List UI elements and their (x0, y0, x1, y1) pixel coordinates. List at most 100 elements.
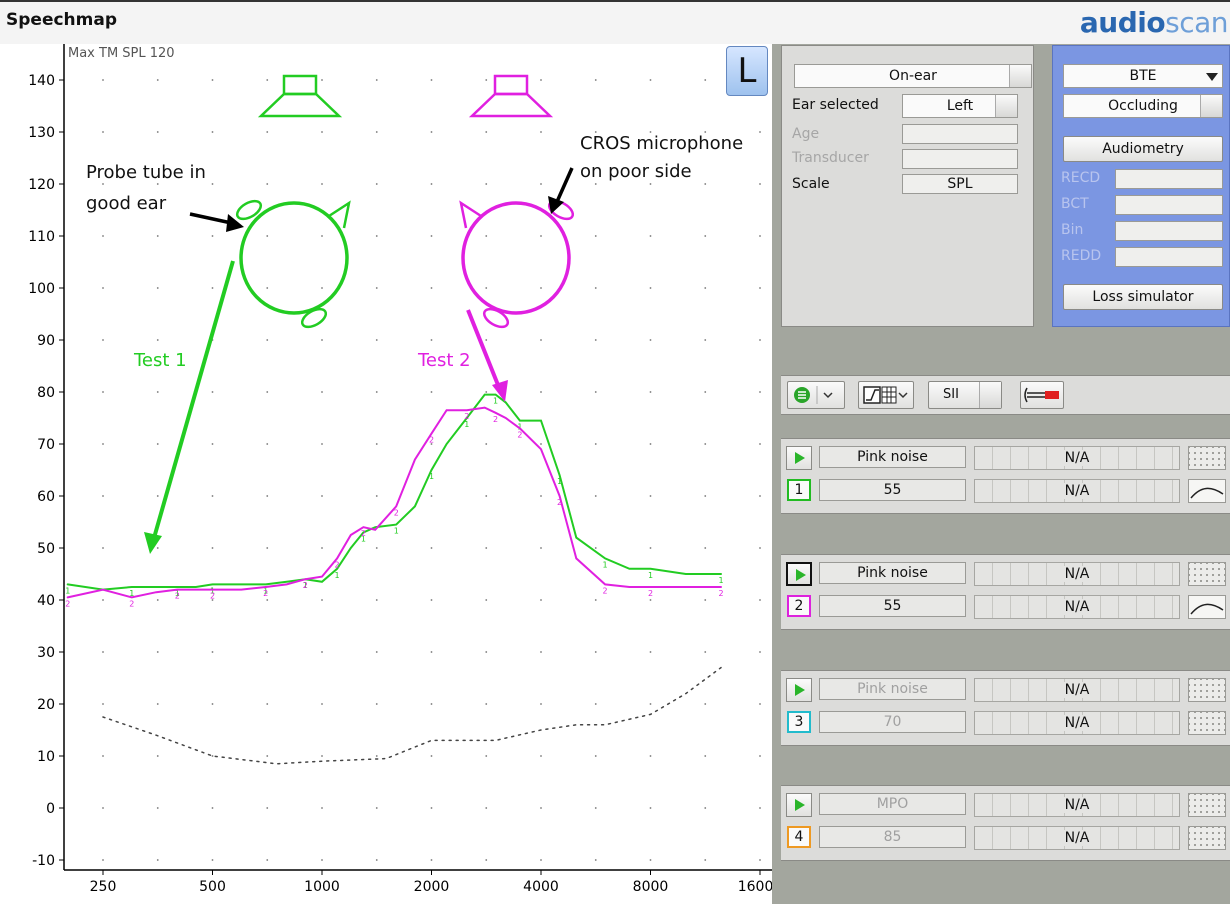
curve-style-4[interactable] (1188, 826, 1226, 850)
grid-dot (211, 443, 214, 445)
grid-dot (102, 443, 104, 445)
scale-label: Scale (792, 176, 830, 192)
loss-simulator-button[interactable]: Loss simulator (1063, 284, 1223, 310)
options-grid-2[interactable] (1188, 562, 1226, 586)
play-button-4[interactable] (786, 793, 812, 817)
grid-dot (156, 287, 159, 289)
grid-dot (759, 547, 761, 549)
grid-dot (156, 235, 159, 237)
grid-dot (211, 807, 214, 809)
grid-dot (759, 339, 761, 341)
options-grid-4[interactable] (1188, 793, 1226, 817)
grid-dot (321, 703, 323, 705)
probe-button[interactable] (1020, 381, 1064, 409)
redd-label: REDD (1061, 248, 1102, 264)
level-select-2[interactable]: 55 (819, 595, 966, 617)
grid-dot (430, 859, 433, 861)
grid-dot (759, 131, 761, 133)
x-tick-label: 16000 (738, 879, 772, 895)
fitting-spin[interactable] (1200, 95, 1222, 117)
grid-dot (649, 547, 652, 549)
curve-list-button[interactable] (787, 381, 845, 409)
series-point-marker: 2 (210, 592, 215, 601)
bct-label: BCT (1061, 196, 1089, 212)
series-point-marker: 2 (65, 599, 70, 608)
play-button-1[interactable] (786, 446, 812, 470)
recd-field (1115, 169, 1223, 189)
options-grid-1[interactable] (1188, 446, 1226, 470)
chevron-down-icon[interactable] (1206, 73, 1218, 81)
brand-logo: audioscan (1080, 6, 1229, 39)
level-select-1[interactable]: 55 (819, 479, 966, 501)
curve-style-2[interactable] (1188, 595, 1226, 619)
grid-dot (485, 391, 488, 393)
grid-dot (540, 755, 542, 757)
grid-dot (759, 391, 761, 393)
series-line-3 (102, 666, 722, 765)
grid-dot (102, 131, 104, 133)
sii-spin[interactable] (979, 382, 1001, 408)
result-b-value: N/A (1062, 599, 1092, 615)
stimulus-select-3[interactable]: Pink noise (819, 678, 966, 700)
grid-dot (704, 547, 707, 549)
result-a-value: N/A (1062, 566, 1092, 582)
grid-dot (375, 703, 378, 705)
level-select-3[interactable]: 70 (819, 711, 966, 733)
probe-tube-icon (1024, 387, 1059, 403)
test-number-2[interactable]: 2 (787, 595, 811, 617)
y-tick-label: -10 (32, 853, 55, 869)
speechmap-graph[interactable]: 140 130 120 110 100 90 80 70 60 50 40 30 20 10 0 -10 250… (0, 44, 772, 904)
grid-dot (102, 79, 104, 81)
ear-toggle-button[interactable]: L (726, 46, 768, 96)
series-point-marker: 2 (361, 529, 366, 538)
grid-dot (704, 599, 707, 601)
play-button-2[interactable] (786, 562, 812, 586)
sii-label: SII (943, 387, 959, 402)
stimulus-select-4[interactable]: MPO (819, 793, 966, 815)
grid-dot (485, 599, 488, 601)
fitting-select[interactable]: Occluding (1063, 94, 1223, 118)
device-style-dropdown[interactable]: BTE (1063, 64, 1223, 88)
device-panel: BTE Occluding Audiometry RECD BCT Bin RE… (1052, 45, 1230, 327)
series-point-marker: 2 (493, 415, 498, 424)
test-number-4[interactable]: 4 (787, 826, 811, 848)
grid-dot (211, 495, 214, 497)
options-grid-3[interactable] (1188, 678, 1226, 702)
grid-dot (759, 859, 761, 861)
grid-dot (156, 599, 159, 601)
scale-field[interactable]: SPL (902, 174, 1018, 194)
mode-spin[interactable] (1009, 65, 1031, 87)
x-tick-label: 8000 (633, 879, 669, 895)
series-point-marker: 1 (429, 472, 434, 481)
grid-dot (266, 287, 269, 289)
test-number-3[interactable]: 3 (787, 711, 811, 733)
annotation-cros-line1: CROS microphone (580, 133, 743, 154)
series-point-marker: 1 (718, 576, 723, 585)
level-select-4[interactable]: 85 (819, 826, 966, 848)
graph-view-button[interactable] (858, 381, 914, 409)
grid-dot (594, 339, 597, 341)
head-magenta-icon-nose (459, 200, 482, 229)
grid-dot (540, 443, 542, 445)
grid-dot (321, 287, 323, 289)
grid-dot (375, 235, 378, 237)
stimulus-select-1[interactable]: Pink noise (819, 446, 966, 468)
grid-dot (704, 495, 707, 497)
test-number-1[interactable]: 1 (787, 479, 811, 501)
grid-dot (211, 79, 214, 81)
ear-selected-spin[interactable] (995, 95, 1017, 117)
grid-dot (540, 287, 542, 289)
speaker-magenta-icon-box (493, 74, 529, 96)
sii-select[interactable]: SII (928, 381, 1002, 409)
grid-dot (704, 183, 707, 185)
stimulus-select-2[interactable]: Pink noise (819, 562, 966, 584)
ear-selected-select[interactable]: Left (902, 94, 1018, 118)
grid-dot (430, 131, 433, 133)
grid-dot (375, 287, 378, 289)
mode-select[interactable]: On-ear (794, 64, 1032, 88)
play-button-3[interactable] (786, 678, 812, 702)
curve-style-3[interactable] (1188, 711, 1226, 735)
speaker-magenta-icon-cone (468, 92, 554, 118)
audiometry-button[interactable]: Audiometry (1063, 136, 1223, 162)
curve-style-1[interactable] (1188, 479, 1226, 503)
